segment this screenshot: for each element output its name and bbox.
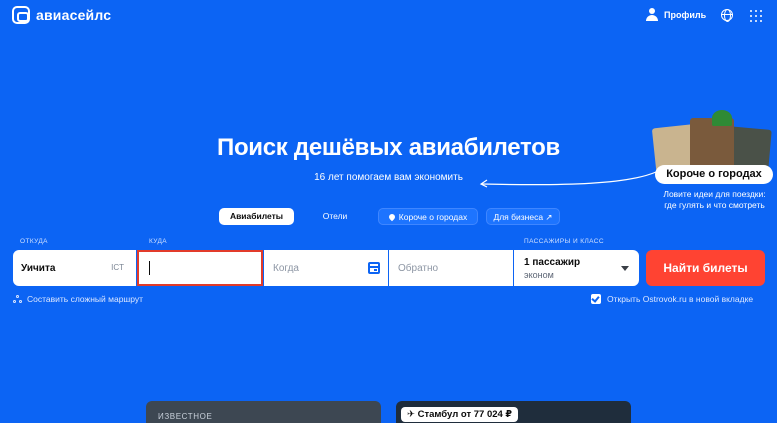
ostrovok-label: Открыть Ostrovok.ru в новой вкладке <box>607 294 754 304</box>
departure-date-field[interactable]: Когда <box>264 250 388 286</box>
apps-grid-icon[interactable] <box>750 10 762 22</box>
promo-badge: Короче о городах <box>655 165 773 184</box>
from-label: ОТКУДА <box>20 238 48 245</box>
tab-flights[interactable]: Авиабилеты <box>219 208 294 225</box>
passengers-select[interactable]: 1 пассажир эконом <box>514 250 639 286</box>
chevron-down-icon <box>621 266 629 271</box>
logo[interactable]: авиасейлс <box>12 6 111 24</box>
promo-arrow-icon <box>479 171 657 188</box>
logo-text: авиасейлс <box>36 7 112 23</box>
promo-description-line: Ловите идеи для поездки: <box>663 189 766 199</box>
search-button[interactable]: Найти билеты <box>646 250 765 286</box>
pin-icon <box>387 212 397 222</box>
user-icon <box>646 8 658 21</box>
content-card-label: ИЗВЕСТНОЕ <box>158 412 213 421</box>
passenger-count: 1 пассажир <box>524 257 581 268</box>
cabin-class: эконом <box>524 270 554 280</box>
search-tabs: Авиабилеты Отели Короче о городах Для би… <box>0 208 777 226</box>
tab-city-guides[interactable]: Короче о городах <box>378 208 478 225</box>
content-card[interactable]: ИЗВЕСТНОЕ <box>146 401 381 423</box>
return-date-field[interactable]: Обратно <box>389 250 513 286</box>
ostrovok-option[interactable]: Открыть Ostrovok.ru в новой вкладке <box>591 294 753 304</box>
profile-button[interactable]: Профиль <box>646 8 706 21</box>
to-label: КУДА <box>149 238 168 245</box>
to-field[interactable] <box>137 250 263 286</box>
route-icon <box>13 294 22 304</box>
deal-card[interactable]: ✈ Стамбул от 77 024 ₽ <box>396 401 631 423</box>
globe-icon[interactable] <box>721 9 733 22</box>
tab-city-guides-label: Короче о городах <box>398 212 468 222</box>
ostrovok-checkbox[interactable] <box>591 294 601 304</box>
deal-price-badge: ✈ Стамбул от 77 024 ₽ <box>401 407 519 422</box>
tab-hotels[interactable]: Отели <box>300 208 370 225</box>
from-city: Уичита <box>21 263 56 274</box>
profile-label: Профиль <box>664 9 707 20</box>
return-date-placeholder: Обратно <box>398 263 439 274</box>
promo-card[interactable]: Короче о городах Ловите идеи для поездки… <box>640 108 777 218</box>
from-airport-code: ICT <box>111 263 124 272</box>
header: авиасейлс Профиль <box>0 0 777 32</box>
text-cursor <box>149 261 151 275</box>
departure-date-placeholder: Когда <box>273 263 299 274</box>
calendar-icon <box>368 262 380 274</box>
complex-route-link[interactable]: Составить сложный маршрут <box>13 294 143 304</box>
logo-icon <box>12 6 30 24</box>
from-field[interactable]: Уичита ICT <box>13 250 136 286</box>
passengers-label: ПАССАЖИРЫ И КЛАСС <box>524 238 604 245</box>
complex-route-label: Составить сложный маршрут <box>27 294 144 304</box>
tab-business[interactable]: Для бизнеса ↗ <box>486 208 560 225</box>
